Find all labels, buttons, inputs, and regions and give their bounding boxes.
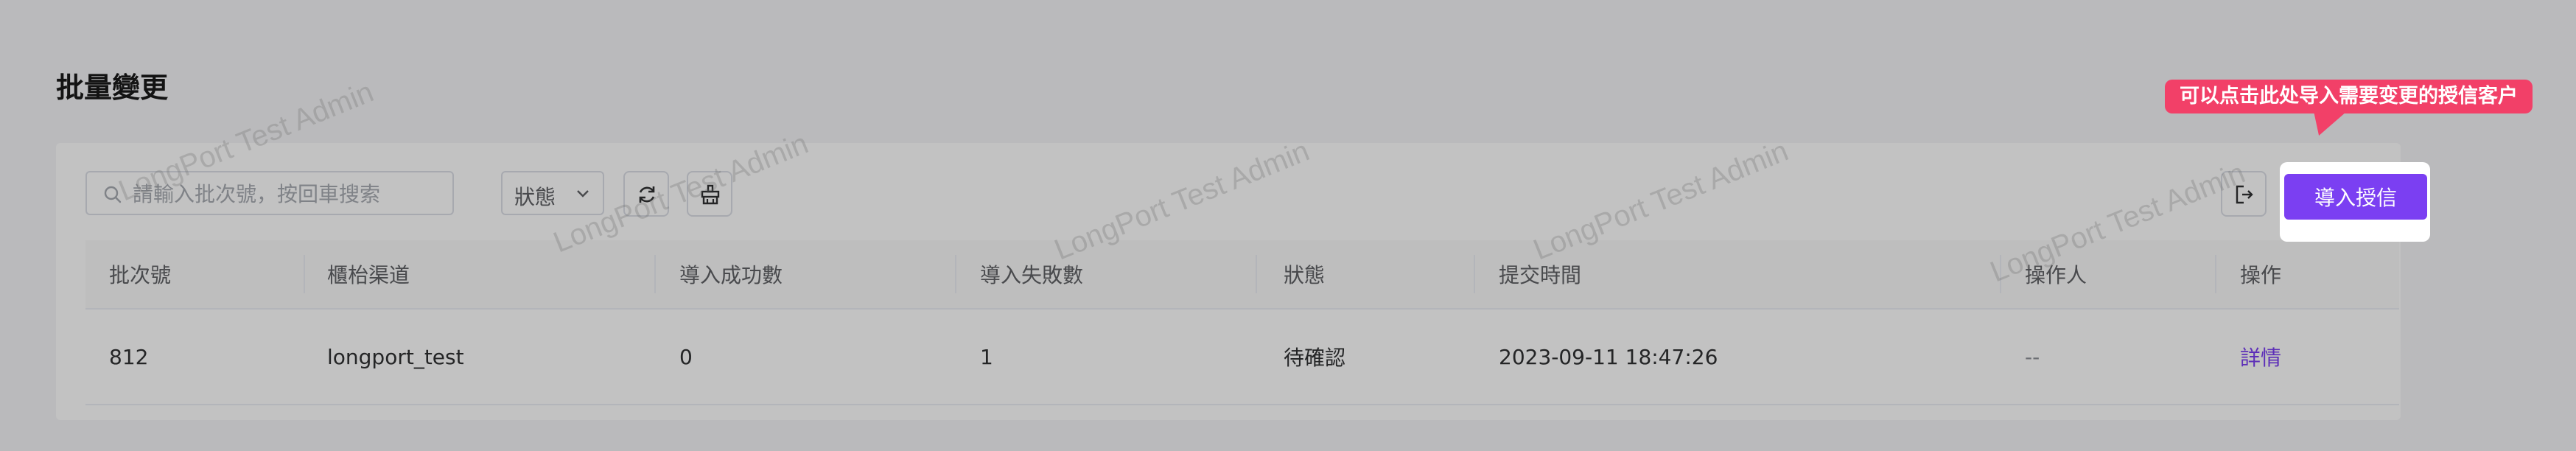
success-count-cell: 0: [679, 344, 693, 369]
column-header-success-count: 導入成功數: [679, 263, 783, 287]
clear-filter-button[interactable]: [687, 171, 732, 217]
column-divider: [654, 255, 656, 293]
column-header-failure-count: 導入失敗數: [980, 263, 1084, 287]
table-header: 批次號 櫃枱渠道 導入成功數 導入失敗數 狀態 提交時間 操作人 操作: [85, 240, 2399, 310]
export-button[interactable]: [2221, 171, 2267, 217]
operator-cell: --: [2025, 344, 2040, 369]
submit-time-cell: 2023-09-11 18:47:26: [1499, 344, 1718, 369]
clear-filter-icon: [701, 184, 720, 205]
column-header-operator: 操作人: [2025, 263, 2087, 287]
column-divider: [1474, 255, 1475, 293]
refresh-button[interactable]: [623, 171, 669, 217]
table-row: 812 longport_test 0 1 待確認 2023-09-11 18:…: [85, 310, 2399, 405]
column-divider: [304, 255, 305, 293]
column-divider: [1256, 255, 1257, 293]
column-header-batch-no: 批次號: [109, 263, 172, 287]
column-divider: [955, 255, 956, 293]
status-cell: 待確認: [1284, 346, 1346, 370]
batch-no-cell: 812: [109, 344, 149, 369]
toolbar: 狀態: [85, 171, 2371, 217]
status-filter-select[interactable]: 狀態: [501, 171, 604, 215]
channel-cell: longport_test: [327, 344, 464, 369]
detail-link[interactable]: 詳情: [2240, 310, 2281, 404]
page-title: 批量變更: [56, 71, 169, 104]
status-filter-label: 狀態: [514, 185, 556, 209]
column-header-submit-time: 提交時間: [1499, 263, 1582, 287]
column-header-action: 操作: [2240, 263, 2282, 287]
column-divider: [2215, 255, 2216, 293]
column-header-channel: 櫃枱渠道: [327, 263, 410, 287]
export-icon: [2236, 185, 2253, 204]
refresh-icon: [639, 186, 655, 203]
table: 批次號 櫃枱渠道 導入成功數 導入失敗數 狀態 提交時間 操作人 操作 812 …: [85, 240, 2399, 405]
chevron-down-icon: [577, 190, 589, 197]
column-header-status: 狀態: [1284, 263, 1326, 287]
search-input[interactable]: [131, 178, 444, 209]
search-icon: [104, 186, 122, 203]
column-divider: [2000, 255, 2001, 293]
batch-change-panel: 狀態: [56, 143, 2401, 420]
failure-count-cell: 1: [980, 344, 993, 369]
search-box[interactable]: [85, 171, 454, 215]
